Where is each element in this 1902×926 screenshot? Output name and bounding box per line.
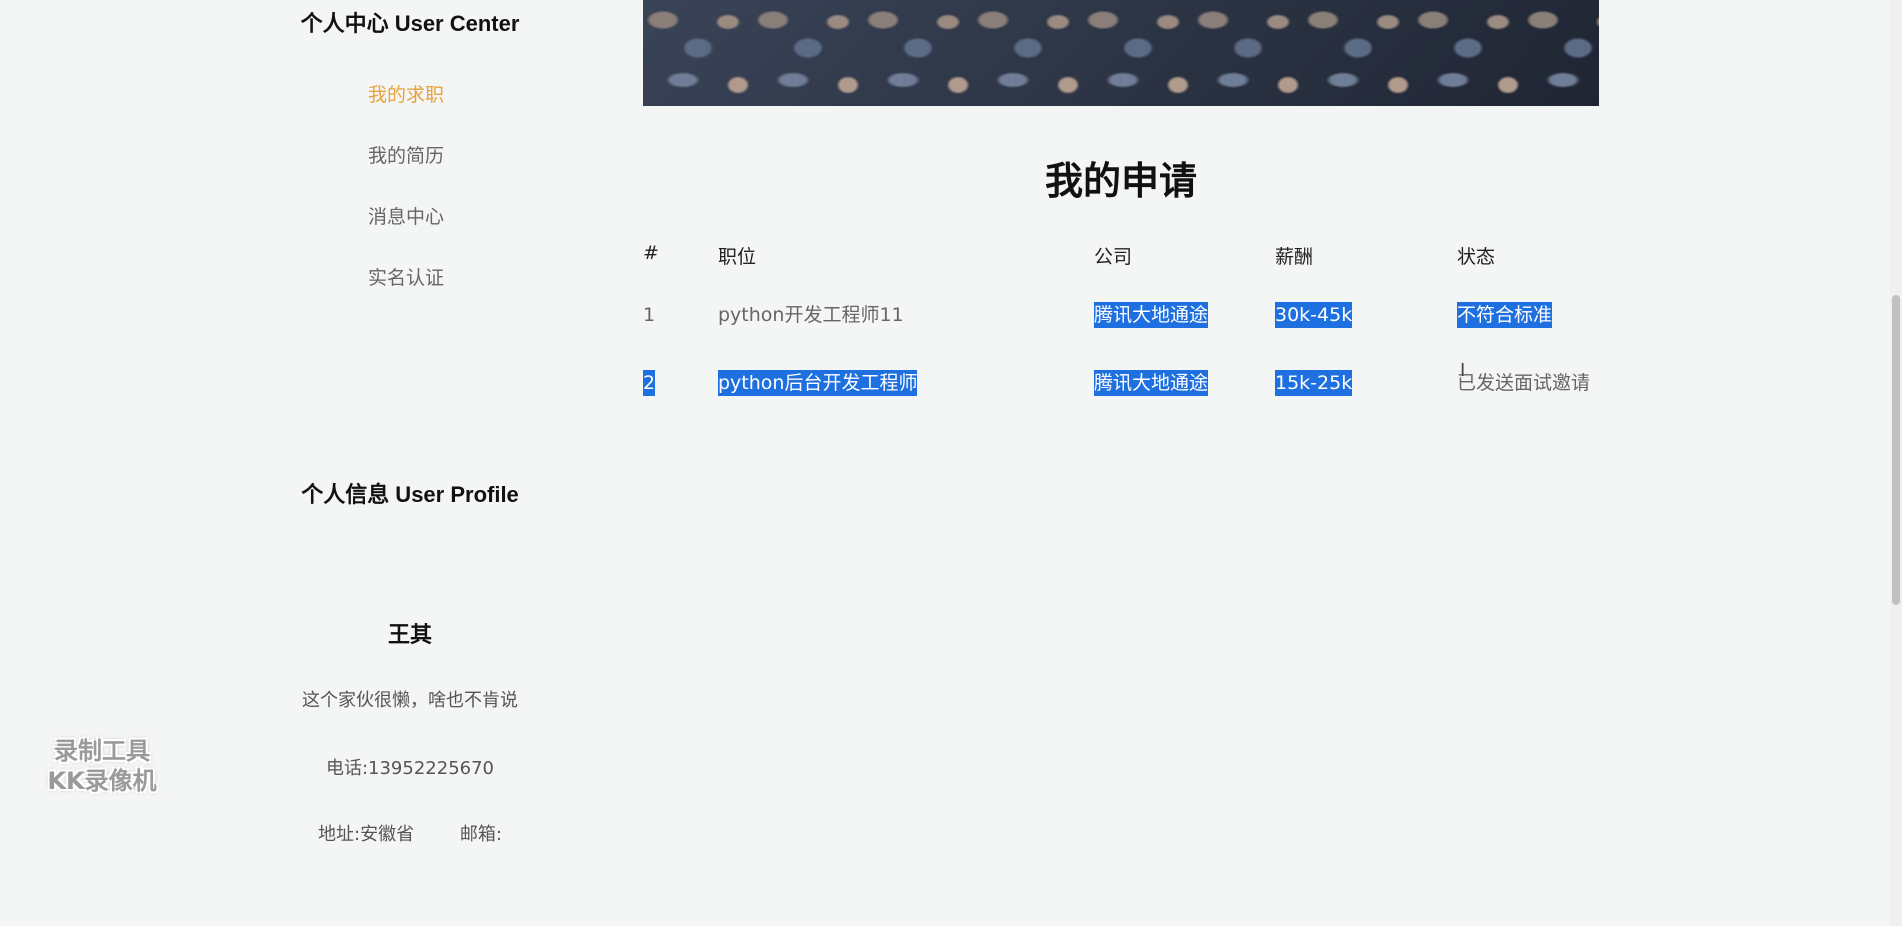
- col-header-index: #: [643, 242, 659, 264]
- row2-salary: 15k-25k: [1275, 370, 1353, 396]
- col-header-position: 职位: [718, 246, 757, 268]
- profile-bio: 这个家伙很懒，啥也不肯说: [302, 690, 518, 711]
- user-center-title: 个人中心 User Center: [300, 11, 520, 36]
- profile-phone: 电话:13952225670: [325, 758, 495, 779]
- row1-company: 腾讯大地通途: [1094, 302, 1209, 328]
- row1-status: 不符合标准: [1457, 302, 1553, 328]
- col-header-salary: 薪酬: [1275, 246, 1314, 268]
- profile-address: 地址:安徽省: [318, 824, 415, 845]
- col-header-company: 公司: [1094, 246, 1133, 268]
- row2-position[interactable]: python后台开发工程师: [718, 370, 918, 396]
- sidebar-item-my-resume[interactable]: 我的简历: [368, 141, 444, 202]
- sidebar-item-verification[interactable]: 实名认证: [368, 263, 444, 324]
- col-header-status: 状态: [1457, 246, 1496, 268]
- sidebar: 个人中心 User Center 我的求职 我的简历 消息中心 实名认证 个人信…: [260, 0, 560, 926]
- row1-salary: 30k-45k: [1275, 302, 1353, 328]
- profile-email: 邮箱:: [459, 824, 502, 845]
- scrollbar-thumb[interactable]: [1892, 295, 1900, 605]
- row1-position[interactable]: python开发工程师11: [718, 302, 904, 328]
- row2-index: 2: [643, 370, 656, 396]
- sidebar-nav: 我的求职 我的简历 消息中心 实名认证: [368, 80, 444, 324]
- profile-contact-row: 地址:安徽省 邮箱:: [260, 820, 560, 846]
- row1-index: 1: [643, 304, 656, 326]
- user-profile-title: 个人信息 User Profile: [301, 482, 519, 507]
- watermark-line1: 录制工具: [54, 737, 150, 765]
- row2-status: 已发送面试邀请: [1457, 372, 1591, 394]
- recorder-watermark: 录制工具 KK录像机: [32, 736, 172, 796]
- row2-company: 腾讯大地通途: [1094, 370, 1209, 396]
- page-title: 我的申请: [1044, 159, 1197, 203]
- sidebar-item-my-jobs[interactable]: 我的求职: [368, 80, 444, 141]
- banner-image: [643, 0, 1599, 106]
- profile-name: 王其: [387, 623, 432, 648]
- sidebar-item-messages[interactable]: 消息中心: [368, 202, 444, 263]
- scrollbar[interactable]: [1890, 0, 1902, 926]
- text-cursor-icon: I: [1460, 360, 1466, 381]
- watermark-line2: KK录像机: [47, 767, 157, 795]
